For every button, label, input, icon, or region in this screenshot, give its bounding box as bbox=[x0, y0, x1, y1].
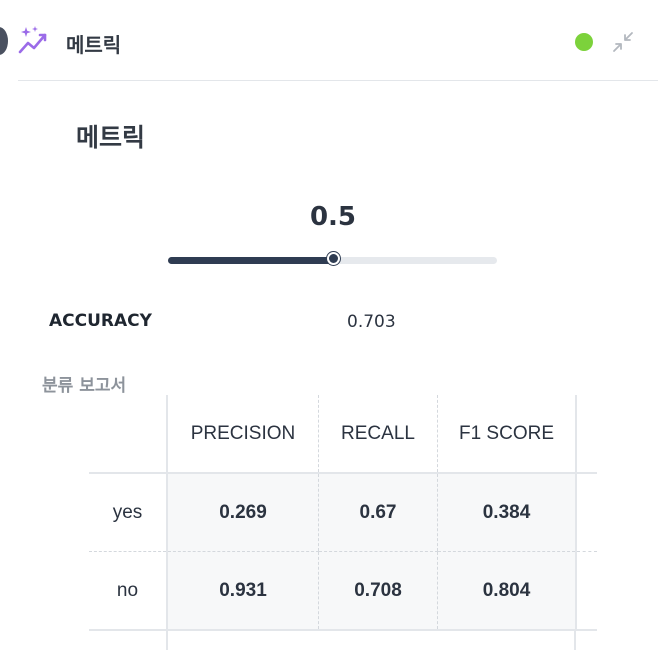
threshold-value: 0.5 bbox=[309, 202, 357, 232]
table-divider bbox=[574, 630, 576, 650]
column-header: RECALL bbox=[318, 395, 438, 474]
column-header: F1 SCORE bbox=[437, 395, 576, 474]
f1-score-cell: 0.804 bbox=[437, 551, 576, 631]
f1-score-cell: 0.384 bbox=[437, 473, 576, 552]
table-row: yes 0.269 0.67 0.384 bbox=[89, 473, 597, 552]
row-label: yes bbox=[89, 473, 167, 552]
slider-thumb[interactable] bbox=[326, 252, 340, 265]
table-divider bbox=[166, 630, 168, 650]
report-title: 분류 보고서 bbox=[42, 376, 127, 396]
table-row: no 0.931 0.708 0.804 bbox=[89, 551, 597, 631]
row-label: no bbox=[89, 551, 167, 631]
slider-fill bbox=[168, 257, 333, 264]
accuracy-value: 0.703 bbox=[347, 312, 396, 332]
accuracy-label: ACCURACY bbox=[49, 311, 152, 331]
precision-cell: 0.931 bbox=[166, 551, 319, 631]
column-header: PRECISION bbox=[166, 395, 319, 474]
threshold-slider[interactable] bbox=[168, 252, 497, 265]
status-indicator bbox=[575, 33, 593, 51]
spacer-cell bbox=[575, 551, 597, 631]
spacer-cell bbox=[575, 473, 597, 552]
table-header-row: PRECISION RECALL F1 SCORE bbox=[89, 395, 597, 474]
sparkle-chart-icon bbox=[18, 26, 50, 56]
recall-cell: 0.708 bbox=[318, 551, 438, 631]
classification-report-table: PRECISION RECALL F1 SCORE yes 0.269 0.67… bbox=[89, 395, 597, 631]
panel-header: 메트릭 bbox=[18, 0, 658, 81]
recall-cell: 0.67 bbox=[318, 473, 438, 552]
corner-cell bbox=[89, 395, 167, 474]
side-handle bbox=[0, 27, 8, 55]
precision-cell: 0.269 bbox=[166, 473, 319, 552]
panel-title: 메트릭 bbox=[66, 33, 122, 57]
spacer-cell bbox=[575, 395, 597, 474]
collapse-icon[interactable] bbox=[612, 31, 634, 53]
section-title: 메트릭 bbox=[76, 123, 146, 152]
